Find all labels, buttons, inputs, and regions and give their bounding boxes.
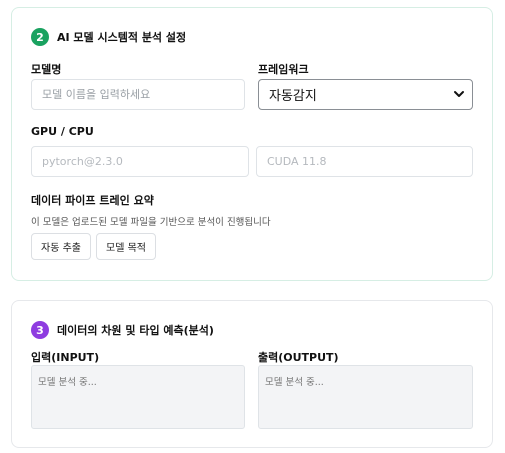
data-dimension-card: 3 데이터의 차원 및 타입 예측(분석) 입력(INPUT) 출력(OUTPU… xyxy=(11,300,493,448)
section-header: 3 데이터의 차원 및 타입 예측(분석) xyxy=(31,321,214,339)
step-badge: 3 xyxy=(31,321,49,339)
gpu-cpu-label: GPU / CPU xyxy=(31,125,94,138)
pipeline-hint: 이 모델은 업로드된 모델 파일을 기반으로 분석이 진행됩니다 xyxy=(31,217,271,228)
output-dimension-textarea[interactable] xyxy=(258,365,473,429)
model-name-input[interactable] xyxy=(31,79,245,110)
section-title: 데이터의 차원 및 타입 예측(분석) xyxy=(57,324,214,337)
input-dimension-textarea[interactable] xyxy=(31,365,245,429)
auto-extract-button[interactable]: 자동 추출 xyxy=(31,233,91,260)
pytorch-version-input xyxy=(31,146,249,177)
model-name-label: 모델명 xyxy=(31,63,62,76)
framework-select[interactable]: 자동감지 xyxy=(258,79,473,110)
pipeline-summary-label: 데이터 파이프 트레인 요약 xyxy=(31,194,154,207)
output-label: 출력(OUTPUT) xyxy=(258,351,339,364)
section-header: 2 AI 모델 시스템적 분석 설정 xyxy=(31,28,186,46)
input-label: 입력(INPUT) xyxy=(31,351,100,364)
cuda-version-input xyxy=(256,146,473,177)
model-analysis-settings-card: 2 AI 모델 시스템적 분석 설정 모델명 프레임워크 자동감지 GPU / … xyxy=(11,7,493,281)
section-title: AI 모델 시스템적 분석 설정 xyxy=(57,31,187,44)
chevron-down-icon xyxy=(454,91,464,97)
framework-label: 프레임워크 xyxy=(258,63,309,76)
model-purpose-button[interactable]: 모델 목적 xyxy=(96,233,156,260)
step-badge: 2 xyxy=(31,28,49,46)
framework-select-value: 자동감지 xyxy=(269,89,317,104)
